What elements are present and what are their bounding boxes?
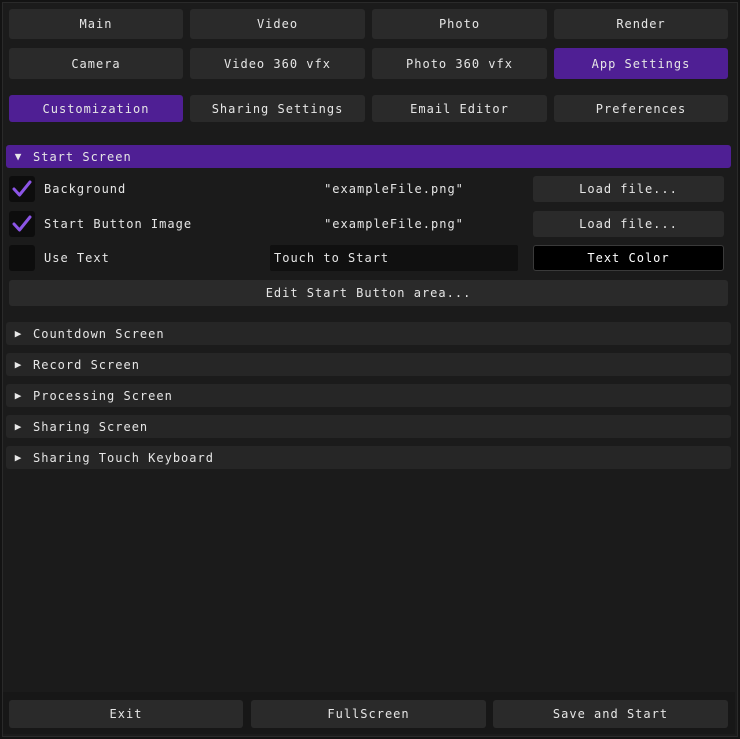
section-header-start-screen[interactable]: ▼ Start Screen	[6, 145, 731, 168]
triangle-down-icon: ▼	[14, 150, 22, 163]
triangle-right-icon: ▶	[14, 389, 22, 402]
section-title: Start Screen	[33, 149, 132, 164]
subtab-sharing-settings[interactable]: Sharing Settings	[190, 95, 365, 122]
tab-video[interactable]: Video	[190, 9, 365, 39]
start-button-image-load-file-button[interactable]: Load file...	[533, 211, 724, 237]
subtab-preferences[interactable]: Preferences	[554, 95, 728, 122]
tab-main[interactable]: Main	[9, 9, 183, 39]
text-color-button[interactable]: Text Color	[533, 245, 724, 271]
tab-camera[interactable]: Camera	[9, 48, 183, 79]
checkmark-icon	[12, 180, 32, 197]
use-text-label: Use Text	[44, 251, 110, 265]
triangle-right-icon: ▶	[14, 327, 22, 340]
triangle-right-icon: ▶	[14, 358, 22, 371]
section-title: Countdown Screen	[33, 326, 165, 341]
subtab-email-editor[interactable]: Email Editor	[372, 95, 547, 122]
tab-photo-360-vfx[interactable]: Photo 360 vfx	[372, 48, 547, 79]
tab-photo[interactable]: Photo	[372, 9, 547, 39]
start-button-image-label: Start Button Image	[44, 217, 193, 231]
start-text-input[interactable]: Touch to Start	[270, 245, 518, 271]
section-header-processing-screen[interactable]: ▶ Processing Screen	[6, 384, 731, 407]
exit-button[interactable]: Exit	[9, 700, 243, 728]
tab-render[interactable]: Render	[554, 9, 728, 39]
tab-app-settings[interactable]: App Settings	[554, 48, 728, 79]
section-header-sharing-touch-keyboard[interactable]: ▶ Sharing Touch Keyboard	[6, 446, 731, 469]
section-header-record-screen[interactable]: ▶ Record Screen	[6, 353, 731, 376]
checkmark-icon	[12, 215, 32, 232]
section-title: Sharing Screen	[33, 419, 149, 434]
section-header-countdown-screen[interactable]: ▶ Countdown Screen	[6, 322, 731, 345]
background-label: Background	[44, 182, 127, 196]
fullscreen-button[interactable]: FullScreen	[251, 700, 486, 728]
section-title: Processing Screen	[33, 388, 173, 403]
background-checkbox[interactable]	[9, 176, 35, 202]
save-and-start-button[interactable]: Save and Start	[493, 700, 728, 728]
use-text-checkbox[interactable]	[9, 245, 35, 271]
tab-video-360-vfx[interactable]: Video 360 vfx	[190, 48, 365, 79]
section-title: Sharing Touch Keyboard	[33, 450, 214, 465]
triangle-right-icon: ▶	[14, 420, 22, 433]
background-load-file-button[interactable]: Load file...	[533, 176, 724, 202]
edit-start-button-area-button[interactable]: Edit Start Button area...	[9, 280, 728, 306]
section-header-sharing-screen[interactable]: ▶ Sharing Screen	[6, 415, 731, 438]
start-button-image-checkbox[interactable]	[9, 211, 35, 237]
section-title: Record Screen	[33, 357, 140, 372]
start-button-image-file-name: "exampleFile.png"	[324, 217, 464, 231]
triangle-right-icon: ▶	[14, 451, 22, 464]
subtab-customization[interactable]: Customization	[9, 95, 183, 122]
background-file-name: "exampleFile.png"	[324, 182, 464, 196]
